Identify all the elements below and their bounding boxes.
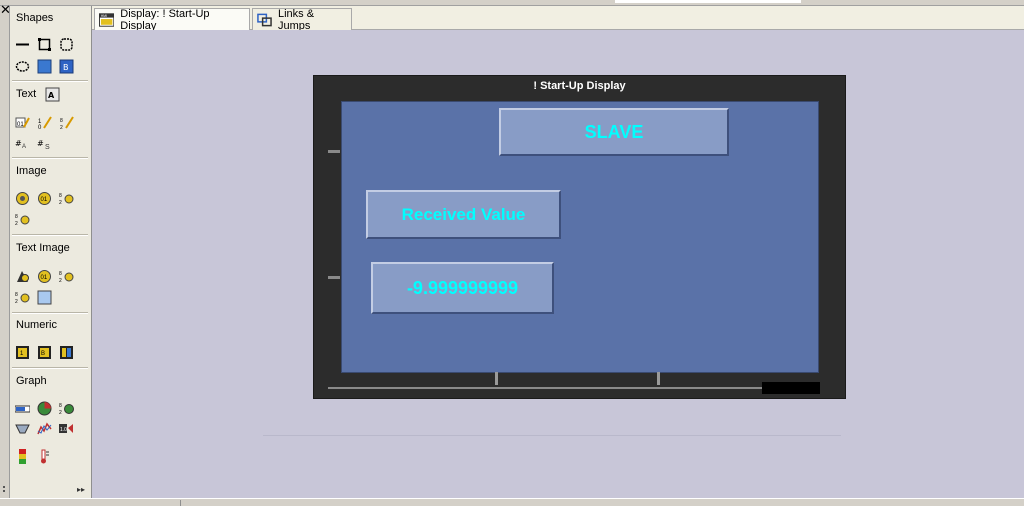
numeric-text-image-tool-icon[interactable]: 01 [36, 268, 52, 284]
ellipse-tool-icon[interactable] [14, 58, 30, 74]
close-icon[interactable]: ✕ [0, 3, 11, 18]
slave-header-box[interactable]: SLAVE [499, 108, 729, 156]
svg-text:1.0: 1.0 [60, 427, 67, 433]
svg-text:2: 2 [59, 200, 62, 206]
status-bar [0, 498, 1024, 506]
tab-links-label: Links & Jumps [277, 7, 315, 32]
tab-bar: HMI Display: ! Start-Up Display Links & … [92, 6, 1024, 32]
section-graph: Graph [16, 375, 47, 387]
string-text-tool-icon[interactable]: 10 [36, 114, 52, 130]
trend-tool-icon[interactable] [14, 420, 30, 436]
received-value-label[interactable]: Received Value [366, 190, 561, 239]
string-local-tool-icon[interactable]: # S [36, 135, 52, 151]
tab-display-label: Display: ! Start-Up Display [120, 7, 210, 32]
bitmap-image-tool-icon[interactable]: 82 [14, 211, 30, 227]
thermometer-tool-icon[interactable] [36, 448, 52, 464]
section-numeric: Numeric [16, 319, 57, 331]
numeric-image-tool-icon[interactable]: 01 [36, 190, 52, 206]
multistate-text-tool-icon[interactable]: 82 [58, 114, 74, 130]
chart-tool-icon[interactable] [36, 420, 52, 436]
section-image: Image [16, 165, 47, 177]
multistate-gauge-tool-icon[interactable]: 82 [58, 400, 74, 416]
svg-text:B: B [41, 351, 45, 357]
local-text-tool-icon[interactable]: # A [14, 135, 30, 151]
toolbox-panel: ✕ Shapes B Text A 01 10 82 # A # S Image 0… [0, 3, 92, 498]
display-title: ! Start-Up Display [533, 80, 626, 92]
svg-text:#: # [15, 139, 22, 148]
expand-icon[interactable]: ▸▸ [77, 485, 85, 494]
picture-frame-tool-icon[interactable] [36, 289, 52, 305]
gauge-tool-icon[interactable] [36, 400, 52, 416]
section-text: Text [16, 88, 37, 100]
svg-text:8: 8 [59, 403, 62, 409]
line-tool-icon[interactable] [14, 36, 30, 52]
svg-text:2: 2 [60, 125, 63, 130]
button-tool-icon[interactable]: B [58, 58, 74, 74]
svg-text:HMI: HMI [101, 14, 107, 18]
svg-text:8: 8 [59, 271, 62, 277]
multistate-image-tool-icon[interactable]: 82 [58, 190, 74, 206]
links-icon [257, 13, 272, 26]
svg-text:2: 2 [15, 221, 18, 227]
section-text-image: Text Image [16, 242, 70, 254]
local-text-image-tool-icon[interactable]: 82 [14, 289, 30, 305]
text-image-tool-icon[interactable] [14, 268, 30, 284]
svg-text:#: # [37, 139, 44, 148]
numeric-text-tool-icon[interactable]: 01 [14, 114, 30, 130]
text-tool-icon[interactable]: A [44, 86, 60, 102]
scale-tool-icon[interactable]: 1.0 [58, 420, 74, 436]
toolbox-edge: ✕ [0, 3, 11, 498]
tab-display-start-up[interactable]: HMI Display: ! Start-Up Display [94, 7, 250, 32]
rectangle-tool-icon[interactable] [36, 36, 52, 52]
svg-text:2: 2 [59, 278, 62, 284]
hmi-display-icon: HMI [99, 12, 115, 27]
svg-text:8: 8 [15, 214, 18, 220]
numeric-entry-tool-icon[interactable]: B [36, 344, 52, 360]
numeric-display-tool-icon[interactable]: 1 [14, 344, 30, 360]
svg-text:01: 01 [40, 275, 47, 281]
svg-text:2: 2 [59, 410, 62, 416]
svg-text:01: 01 [17, 122, 24, 128]
display-window[interactable]: ! Start-Up Display SLAVE Received Value … [313, 75, 846, 399]
image-tool-icon[interactable] [14, 190, 30, 206]
received-value-display[interactable]: -9.999999999 [371, 262, 554, 314]
svg-text:0: 0 [38, 125, 42, 130]
svg-text:2: 2 [15, 299, 18, 305]
section-shapes: Shapes [16, 12, 54, 24]
status-indicator-box [762, 382, 820, 394]
multistate-text-image-tool-icon[interactable]: 82 [58, 268, 74, 284]
svg-text:A: A [48, 91, 55, 100]
panel-tool-icon[interactable] [36, 58, 52, 74]
svg-text:8: 8 [59, 193, 62, 199]
numeric-keypad-tool-icon[interactable] [58, 344, 74, 360]
svg-text:01: 01 [40, 197, 47, 203]
display-screen[interactable]: SLAVE Received Value -9.999999999 [341, 101, 819, 373]
grip-icon[interactable] [3, 486, 5, 492]
led-indicator-tool-icon[interactable] [14, 448, 30, 464]
svg-text:A: A [22, 144, 26, 150]
rounded-rectangle-tool-icon[interactable] [58, 36, 74, 52]
svg-text:8: 8 [15, 292, 18, 298]
svg-text:8: 8 [60, 118, 63, 124]
svg-text:B: B [63, 63, 69, 72]
bar-graph-tool-icon[interactable] [14, 400, 30, 416]
svg-text:S: S [45, 144, 50, 151]
tab-links-jumps[interactable]: Links & Jumps [252, 7, 352, 32]
